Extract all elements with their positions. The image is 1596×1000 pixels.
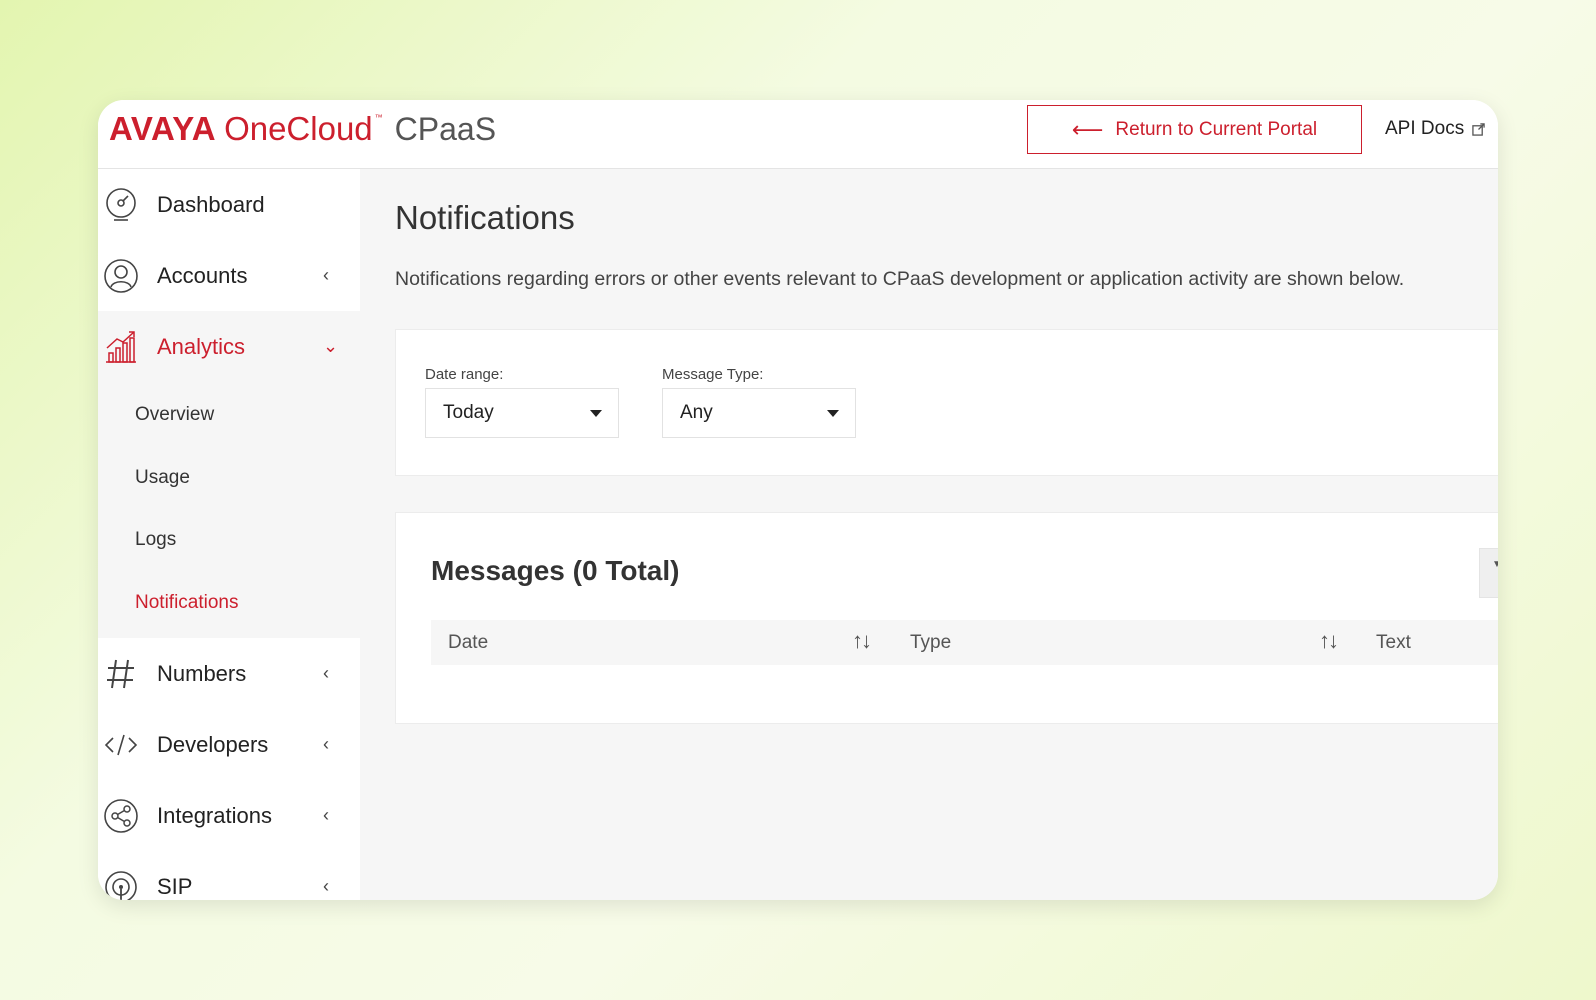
sidebar-nav: Dashboard Accounts ‹ Analytics ⌄ Overvie… xyxy=(98,169,360,900)
date-range-filter: Date range: Today xyxy=(425,366,619,438)
sidebar-item-sip[interactable]: SIP ‹ xyxy=(98,851,360,900)
external-link-icon xyxy=(1472,122,1485,136)
api-docs-label: API Docs xyxy=(1385,118,1465,139)
chevron-left-icon: ‹ xyxy=(323,734,329,754)
dashboard-gauge-icon xyxy=(106,187,136,221)
filter-icon: ▼ xyxy=(1492,559,1498,570)
sidebar-item-label: Accounts xyxy=(157,262,248,288)
date-range-select[interactable]: Today xyxy=(425,388,619,438)
sidebar-subitem-logs[interactable]: Logs xyxy=(98,509,360,572)
page-title: Notifications xyxy=(395,199,575,236)
return-button-label: Return to Current Portal xyxy=(1115,118,1318,140)
main-content: Notifications Notifications regarding er… xyxy=(360,169,1498,900)
sort-icon[interactable]: ↑↓ xyxy=(852,628,872,654)
sidebar-item-label: Integrations xyxy=(157,802,272,828)
messages-card: Messages (0 Total) ▼ Date ↑↓ Type ↑↓ Tex… xyxy=(395,512,1498,724)
sidebar-item-label: SIP xyxy=(157,873,193,899)
arrow-left-icon: ⟵ xyxy=(1071,116,1104,142)
sidebar-item-analytics[interactable]: Analytics ⌄ xyxy=(98,311,360,382)
sidebar-subitem-overview[interactable]: Overview xyxy=(98,384,360,447)
column-header-date[interactable]: Date xyxy=(448,632,488,654)
caret-down-icon xyxy=(827,409,839,417)
caret-down-icon xyxy=(590,409,602,417)
sidebar-subitem-usage[interactable]: Usage xyxy=(98,447,360,510)
filters-card: Date range: Today Message Type: Any xyxy=(395,329,1498,476)
avaya-onecloud-cpaas-logo: AVAYA OneCloud ™ CPaaS xyxy=(109,110,496,150)
messages-title: Messages (0 Total) xyxy=(431,555,680,586)
share-network-icon xyxy=(104,798,138,833)
chevron-left-icon: ‹ xyxy=(323,663,329,683)
logo-onecloud-text: OneCloud xyxy=(224,110,373,147)
hash-icon xyxy=(107,659,134,688)
analytics-chart-icon xyxy=(106,330,136,363)
account-user-icon xyxy=(104,258,138,293)
sidebar-item-label: Dashboard xyxy=(157,191,265,217)
message-type-label: Message Type: xyxy=(662,366,764,383)
message-type-value: Any xyxy=(680,402,713,423)
chevron-left-icon: ‹ xyxy=(323,265,329,285)
sort-icon[interactable]: ↑↓ xyxy=(1319,628,1339,654)
sidebar-item-label: Analytics xyxy=(157,333,246,359)
sidebar-item-label: Numbers xyxy=(157,660,247,686)
top-bar: AVAYA OneCloud ™ CPaaS ⟵ Return to Curre… xyxy=(98,100,1498,169)
sidebar-item-dashboard[interactable]: Dashboard xyxy=(98,169,360,240)
chevron-left-icon: ‹ xyxy=(323,805,329,825)
sidebar-item-numbers[interactable]: Numbers ‹ xyxy=(98,638,360,709)
sidebar-item-developers[interactable]: Developers ‹ xyxy=(98,709,360,780)
logo-trademark: ™ xyxy=(374,113,383,122)
analytics-submenu: Overview Usage Logs Notifications xyxy=(98,382,360,638)
return-to-current-portal-button[interactable]: ⟵ Return to Current Portal xyxy=(1027,105,1362,154)
app-window: AVAYA OneCloud ™ CPaaS ⟵ Return to Curre… xyxy=(98,100,1498,900)
date-range-value: Today xyxy=(443,402,494,423)
sidebar-item-label: Developers xyxy=(157,731,269,757)
sidebar-item-accounts[interactable]: Accounts ‹ xyxy=(98,240,360,311)
logo-cpaas-text: CPaaS xyxy=(394,111,497,147)
column-header-type[interactable]: Type xyxy=(910,632,951,654)
page-description: Notifications regarding errors or other … xyxy=(395,268,1405,290)
message-type-filter: Message Type: Any xyxy=(662,366,856,438)
chevron-down-icon: ⌄ xyxy=(323,336,339,356)
sip-antenna-icon xyxy=(105,870,137,900)
column-filter-toggle[interactable]: ▼ xyxy=(1479,548,1498,598)
message-type-select[interactable]: Any xyxy=(662,388,856,438)
column-header-text[interactable]: Text xyxy=(1376,632,1411,654)
date-range-label: Date range: xyxy=(425,366,504,383)
code-icon xyxy=(104,734,138,755)
logo-avaya-text: AVAYA xyxy=(109,110,217,147)
chevron-left-icon: ‹ xyxy=(323,876,329,896)
api-docs-link[interactable]: API Docs xyxy=(1385,118,1485,140)
sidebar-subitem-notifications[interactable]: Notifications xyxy=(98,572,360,635)
sidebar-item-integrations[interactable]: Integrations ‹ xyxy=(98,780,360,851)
messages-table-header: Date ↑↓ Type ↑↓ Text xyxy=(431,620,1498,665)
